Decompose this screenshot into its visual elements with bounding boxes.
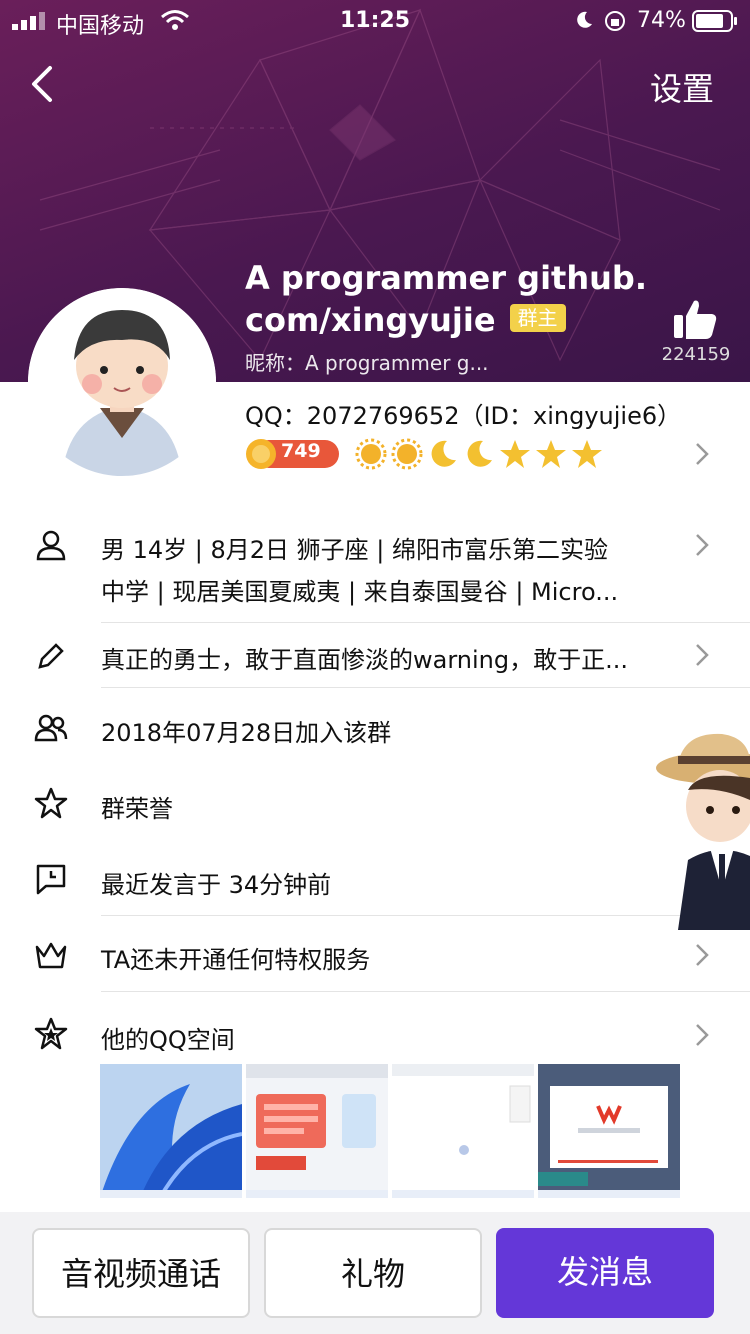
chevron-right-icon[interactable] — [695, 643, 709, 667]
divider — [101, 622, 750, 623]
chevron-right-icon[interactable] — [695, 943, 709, 967]
display-name-text: A programmer github.com/xingyujie — [245, 259, 647, 339]
qzone-photos — [100, 1064, 680, 1198]
pencil-icon — [38, 643, 64, 669]
signature[interactable]: 真正的勇士，敢于直面惨淡的warning，敢于正... — [101, 640, 628, 675]
group-members-icon — [34, 714, 68, 742]
battery-percent: 74% — [637, 8, 686, 33]
thumbs-up-icon[interactable] — [672, 298, 718, 340]
level-icons — [355, 438, 602, 470]
gift-button[interactable]: 礼物 — [264, 1228, 482, 1318]
settings-button[interactable]: 设置 — [650, 64, 714, 110]
chevron-right-icon[interactable] — [695, 1023, 709, 1047]
group-honor[interactable]: 群荣誉 — [101, 789, 173, 824]
joined-date: 2018年07月28日加入该群 — [101, 719, 392, 747]
qzone-photo[interactable] — [538, 1064, 680, 1198]
do-not-disturb-icon — [577, 11, 592, 28]
divider — [101, 687, 750, 688]
qq-number: QQ：2072769652（ID：xingyujie6） — [245, 402, 682, 430]
coin-value: 749 — [281, 440, 321, 462]
video-call-button[interactable]: 音视频通话 — [32, 1228, 250, 1318]
send-message-button[interactable]: 发消息 — [496, 1228, 714, 1318]
qzone-photo[interactable] — [392, 1064, 534, 1198]
star-icon — [536, 440, 566, 468]
group-owner-badge: 群主 — [509, 304, 566, 332]
last-spoke[interactable]: 最近发言于 34分钟前 — [101, 865, 331, 900]
floating-sticker[interactable] — [648, 730, 750, 930]
avatar-illustration — [28, 288, 216, 476]
crown-icon — [35, 942, 67, 969]
moon-icon — [431, 440, 456, 467]
qzone-photo[interactable] — [100, 1064, 242, 1198]
back-arrow-icon[interactable] — [26, 62, 66, 106]
battery-icon — [692, 10, 737, 32]
divider — [101, 991, 750, 992]
chevron-right-icon[interactable] — [695, 533, 709, 557]
privilege-status[interactable]: TA还未开通任何特权服务 — [101, 940, 370, 975]
status-bar: 中国移动 11:25 74% — [0, 0, 750, 40]
basic-info-line2[interactable]: 中学 | 现居美国夏威夷 | 来自泰国曼谷 | Micro... — [101, 572, 618, 607]
like-count: 224159 — [661, 344, 731, 365]
message-clock-icon — [36, 864, 66, 895]
avatar[interactable] — [28, 288, 216, 476]
qzone-photo[interactable] — [246, 1064, 388, 1198]
chevron-right-icon[interactable] — [695, 442, 709, 466]
basic-info-line1[interactable]: 男 14岁 | 8月2日 狮子座 | 绵阳市富乐第二实验 — [101, 530, 608, 565]
nickname: 昵称：A programmer g... — [245, 351, 489, 375]
sun-icon — [355, 438, 387, 470]
qzone-star-icon — [34, 1017, 68, 1050]
level-row[interactable]: 749 — [245, 438, 715, 472]
display-name: A programmer github.com/xingyujie 群主 — [245, 257, 655, 341]
star-icon — [572, 440, 602, 468]
rotation-lock-icon — [605, 11, 625, 31]
sun-icon — [391, 438, 423, 470]
star-outline-icon — [34, 787, 68, 819]
person-icon — [36, 530, 66, 561]
moon-icon — [467, 440, 492, 467]
star-icon — [500, 440, 530, 468]
qzone-link[interactable]: 他的QQ空间 — [101, 1020, 235, 1055]
